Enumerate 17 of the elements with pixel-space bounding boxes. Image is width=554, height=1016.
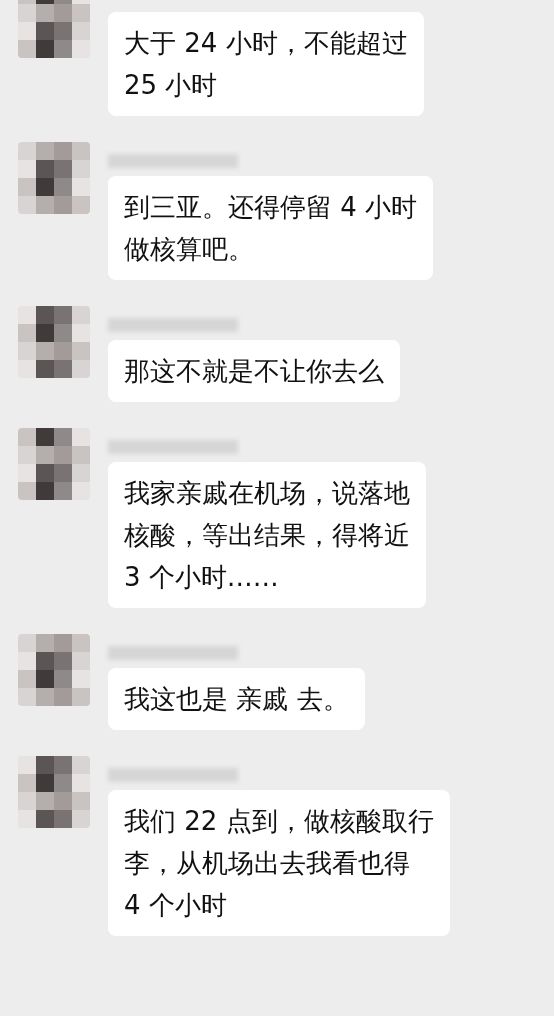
pixelated-avatar	[18, 756, 90, 828]
message-text: 那这不就是不让你去么	[124, 355, 384, 388]
pixelated-avatar	[18, 142, 90, 214]
pixelated-avatar	[18, 306, 90, 378]
message-text: 我这也是 亲戚 去。	[124, 683, 349, 716]
pixelated-avatar	[18, 634, 90, 706]
message-text: 25 小时	[124, 69, 218, 102]
message-text: 大于 24 小时，不能超过	[124, 27, 408, 60]
message-text: 我们 22 点到，做核酸取行	[124, 805, 434, 838]
message-text: 李，从机场出去我看也得	[124, 847, 410, 880]
message-text: 到三亚。还得停留 4 小时	[124, 191, 418, 224]
message-text: 4 个小时	[124, 889, 227, 922]
message-text: 我家亲戚在机场，说落地	[124, 477, 410, 510]
message-text: 3 个小时……	[124, 561, 279, 594]
message-text: 做核算吧。	[124, 233, 254, 266]
pixelated-avatar	[18, 428, 90, 500]
message-text: 核酸，等出结果，得将近	[124, 519, 410, 552]
